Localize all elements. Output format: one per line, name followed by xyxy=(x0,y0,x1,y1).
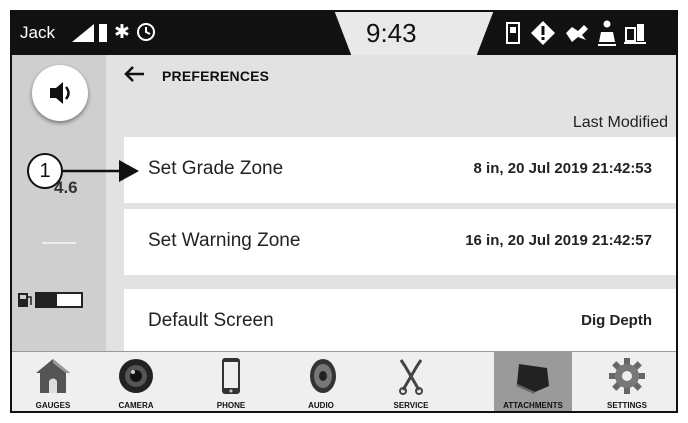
calibration-icon xyxy=(624,24,646,44)
page-title: PREFERENCES xyxy=(162,68,270,84)
nav-label: CAMERA xyxy=(118,401,154,410)
nav-label: SERVICE xyxy=(393,401,429,410)
list-item-value: 16 in, 20 Jul 2019 21:42:57 xyxy=(465,232,652,249)
nav-camera[interactable]: CAMERA xyxy=(97,352,175,411)
nav-label: ATTACHMENTS xyxy=(503,401,563,410)
operator-name: Jack xyxy=(20,23,55,42)
nav-label: GAUGES xyxy=(35,401,71,410)
list-item-label: Set Grade Zone xyxy=(148,158,284,179)
signal-icon xyxy=(72,24,94,42)
list-item-value: 8 in, 20 Jul 2019 21:42:53 xyxy=(473,160,652,177)
clock: 9:43 xyxy=(366,18,417,48)
list-item-set-grade-zone[interactable]: Set Grade Zone 8 in, 20 Jul 2019 21:42:5… xyxy=(124,137,676,203)
home-icon xyxy=(36,359,70,393)
nav-gauges[interactable]: GAUGES xyxy=(14,352,92,411)
page-header: PREFERENCES xyxy=(106,55,676,97)
bottom-nav: GAUGES CAMERA PHONE AUDIO SERVICE ATTACH… xyxy=(12,351,676,411)
column-header-last-modified: Last Modified xyxy=(572,114,668,131)
camera-icon xyxy=(119,359,153,393)
status-bar: Jack ✱ 9:43 xyxy=(12,12,676,57)
nav-phone[interactable]: PHONE xyxy=(192,352,270,411)
nav-attachments[interactable]: ATTACHMENTS xyxy=(494,352,572,411)
callout-number: 1 xyxy=(27,153,63,189)
nav-service[interactable]: SERVICE xyxy=(372,352,450,411)
bucket-icon xyxy=(516,364,549,394)
nav-settings[interactable]: SETTINGS xyxy=(588,352,666,411)
left-rail: 4.6 xyxy=(12,55,106,351)
list-item-set-warning-zone[interactable]: Set Warning Zone 16 in, 20 Jul 2019 21:4… xyxy=(124,209,676,275)
callout-arrow xyxy=(61,160,139,182)
phone-icon xyxy=(222,358,240,394)
back-arrow-icon[interactable] xyxy=(122,63,148,85)
nav-label: PHONE xyxy=(216,401,246,410)
speaker-icon xyxy=(310,359,336,393)
main-panel: PREFERENCES Last Modified Set Grade Zone… xyxy=(106,55,676,355)
warning-icon xyxy=(531,21,555,45)
fuel-gauge xyxy=(18,292,83,308)
battery-icon xyxy=(99,24,107,42)
phone-status-icon xyxy=(506,22,520,44)
list-item-value: Dig Depth xyxy=(581,312,652,329)
volume-button[interactable] xyxy=(32,65,88,121)
display-frame: Jack ✱ 9:43 4.6 PREFERENCES Last Modifie… xyxy=(10,10,678,413)
clock-status-icon xyxy=(137,23,155,41)
nav-audio[interactable]: AUDIO xyxy=(282,352,360,411)
fuel-icon xyxy=(18,293,32,307)
list-item-label: Set Warning Zone xyxy=(148,230,301,251)
wrench-icon xyxy=(399,359,423,395)
list-item-label: Default Screen xyxy=(148,310,274,331)
list-item-default-screen[interactable]: Default Screen Dig Depth xyxy=(124,289,676,355)
engine-icon xyxy=(566,25,588,42)
speaker-icon xyxy=(50,82,70,104)
nav-label: SETTINGS xyxy=(606,401,647,410)
bluetooth-icon: ✱ xyxy=(114,22,130,43)
seatbelt-icon xyxy=(598,20,616,46)
gear-icon xyxy=(609,358,645,394)
nav-label: AUDIO xyxy=(308,401,334,410)
rail-divider xyxy=(42,242,76,244)
